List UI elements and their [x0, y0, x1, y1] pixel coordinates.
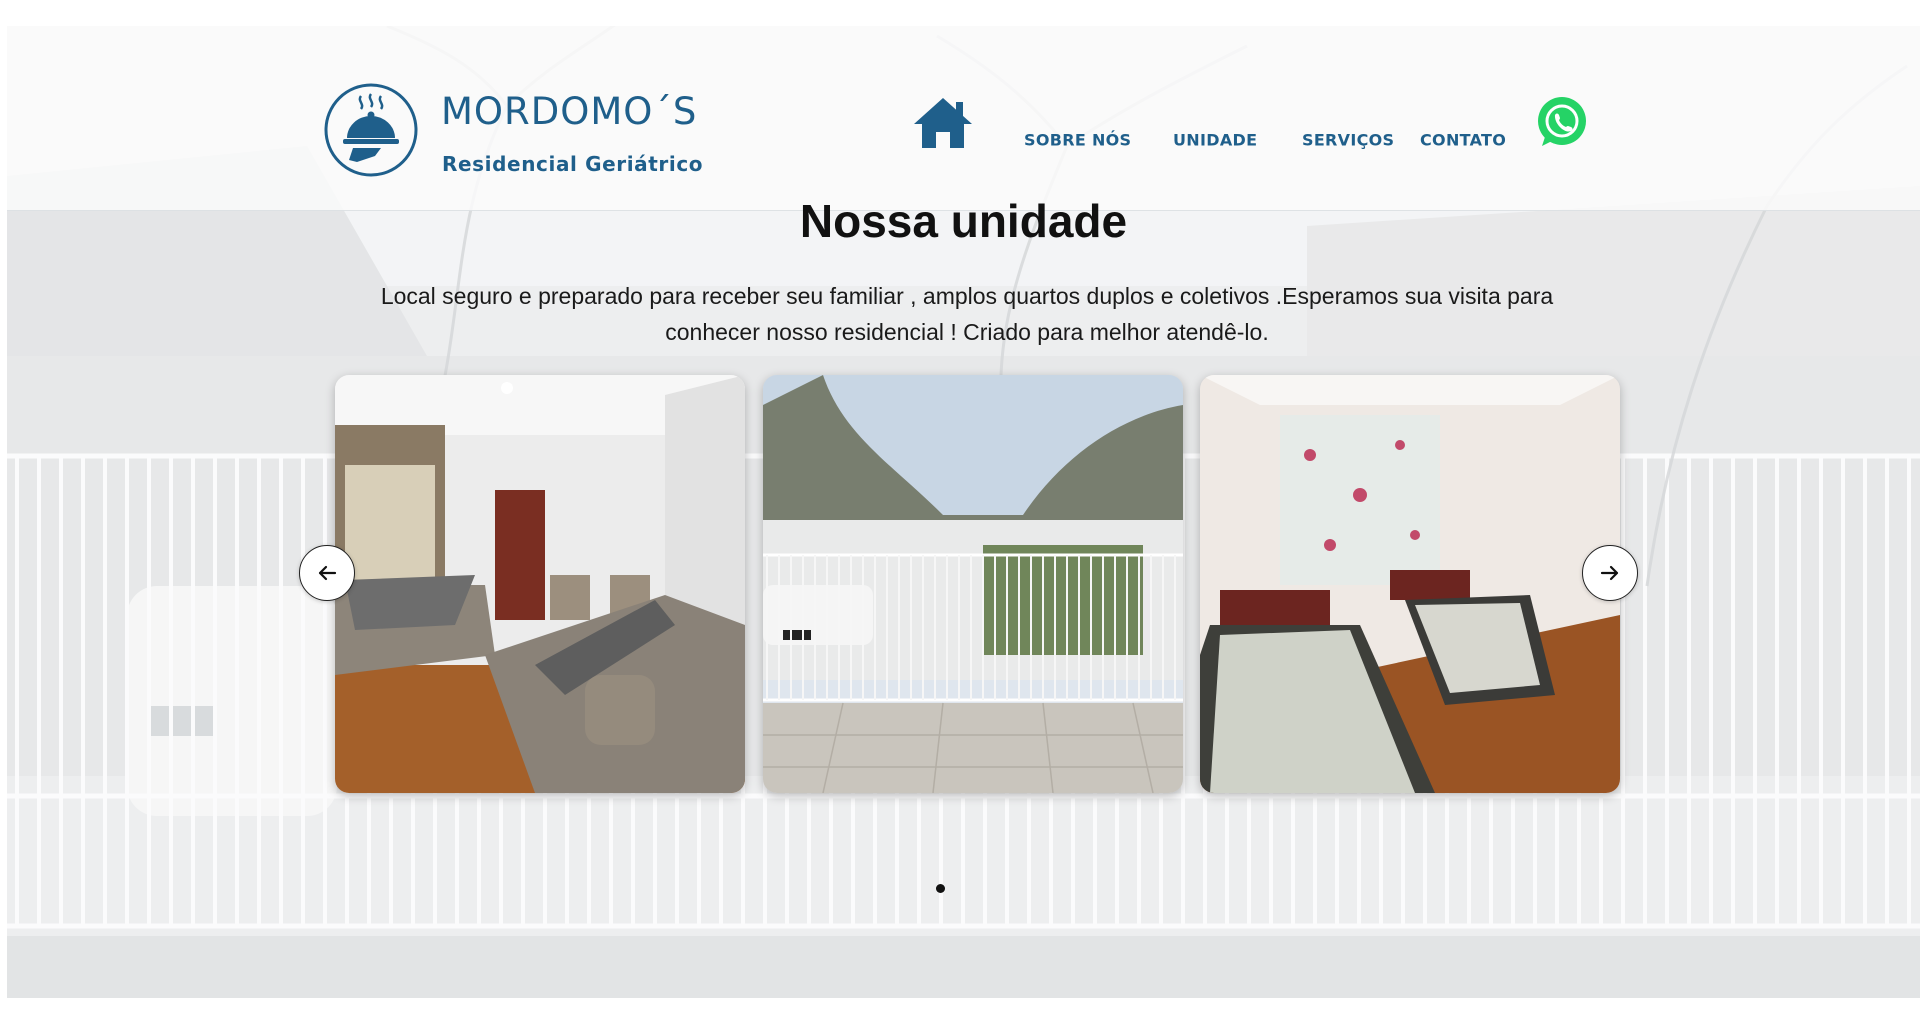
nav-sobre-nos[interactable]: SOBRE NÓS	[1024, 131, 1131, 150]
logo-subtitle: Residencial Geriátrico	[442, 152, 704, 176]
nav-unidade[interactable]: UNIDADE	[1173, 131, 1257, 150]
home-icon[interactable]	[912, 96, 974, 150]
arrow-left-icon	[318, 565, 337, 581]
carousel-slide-house-front[interactable]	[763, 375, 1183, 793]
living-room-photo	[335, 375, 745, 793]
whatsapp-icon[interactable]	[1534, 94, 1590, 150]
carousel-prev-button[interactable]	[299, 545, 355, 601]
carousel-slide-bedroom[interactable]	[1200, 375, 1620, 793]
logo-title: MORDOMO´S	[441, 90, 698, 133]
house-front-photo	[763, 375, 1183, 793]
nav-contato[interactable]: CONTATO	[1420, 131, 1506, 150]
logo[interactable]: MORDOMO´S Residencial Geriátrico	[323, 82, 703, 180]
arrow-right-icon	[1600, 565, 1619, 581]
carousel-dot[interactable]	[936, 884, 945, 893]
bedroom-photo	[1200, 375, 1620, 793]
carousel-dots	[7, 884, 1920, 893]
cloche-logo-icon	[324, 83, 418, 177]
carousel-next-button[interactable]	[1582, 545, 1638, 601]
page-frame: MORDOMO´S Residencial Geriátrico SOBRE N…	[7, 26, 1920, 998]
nav-servicos[interactable]: SERVIÇOS	[1302, 131, 1394, 150]
section-title: Nossa unidade	[799, 195, 1128, 247]
carousel-slide-living-room[interactable]	[335, 375, 745, 793]
site-header: MORDOMO´S Residencial Geriátrico SOBRE N…	[7, 26, 1920, 211]
section-description: Local seguro e preparado para receber se…	[380, 283, 1554, 345]
